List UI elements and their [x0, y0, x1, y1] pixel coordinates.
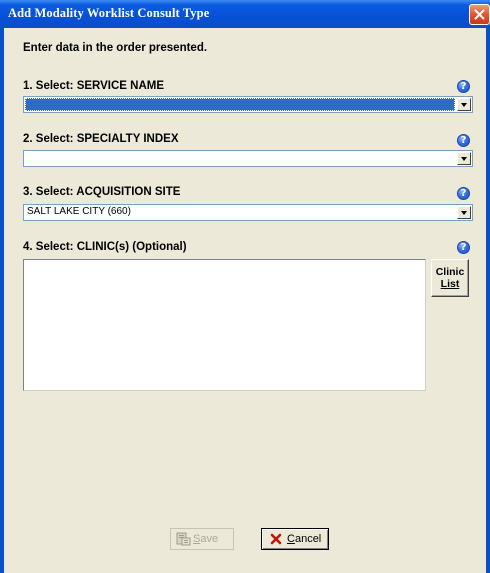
title-bar[interactable]: Add Modality Worklist Consult Type: [0, 0, 490, 28]
save-button[interactable]: Save: [170, 528, 234, 550]
acquisition-site-label: 3. Select: ACQUISITION SITE: [23, 186, 181, 198]
save-icon: [176, 532, 191, 546]
service-name-dropdown[interactable]: [23, 96, 473, 113]
close-icon: [474, 9, 485, 20]
clinic-list-button[interactable]: Clinic List: [431, 259, 469, 297]
specialty-index-dropdown[interactable]: [23, 150, 473, 167]
clinics-label: 4. Select: CLINIC(s) (Optional): [23, 241, 187, 253]
cancel-button[interactable]: Cancel: [261, 528, 329, 550]
window-title: Add Modality Worklist Consult Type: [8, 6, 210, 20]
help-icon[interactable]: ?: [457, 241, 470, 254]
save-button-label: Save: [193, 533, 219, 545]
help-icon[interactable]: ?: [457, 187, 470, 200]
help-icon[interactable]: ?: [457, 134, 470, 147]
close-button[interactable]: [469, 4, 490, 25]
help-icon[interactable]: ?: [457, 80, 470, 93]
acquisition-site-value: SALT LAKE CITY (660): [27, 206, 131, 217]
clinics-listbox[interactable]: [23, 259, 426, 391]
acquisition-site-dropdown[interactable]: SALT LAKE CITY (660): [23, 204, 473, 221]
instructions-text: Enter data in the order presented.: [23, 42, 208, 54]
dialog-window: Add Modality Worklist Consult Type Enter…: [0, 0, 490, 573]
dialog-body: Enter data in the order presented. 1. Se…: [4, 28, 486, 573]
chevron-down-icon[interactable]: [457, 152, 471, 165]
service-name-label: 1. Select: SERVICE NAME: [23, 80, 165, 92]
clinic-list-label-line2: List: [440, 278, 460, 290]
cancel-x-icon: [270, 533, 282, 545]
service-name-selection: [25, 98, 455, 111]
cancel-button-label: Cancel: [287, 533, 322, 545]
specialty-index-label: 2. Select: SPECIALTY INDEX: [23, 133, 179, 145]
chevron-down-icon[interactable]: [457, 206, 471, 219]
chevron-down-icon[interactable]: [457, 98, 471, 111]
clinic-list-label-line1: Clinic: [435, 266, 465, 278]
